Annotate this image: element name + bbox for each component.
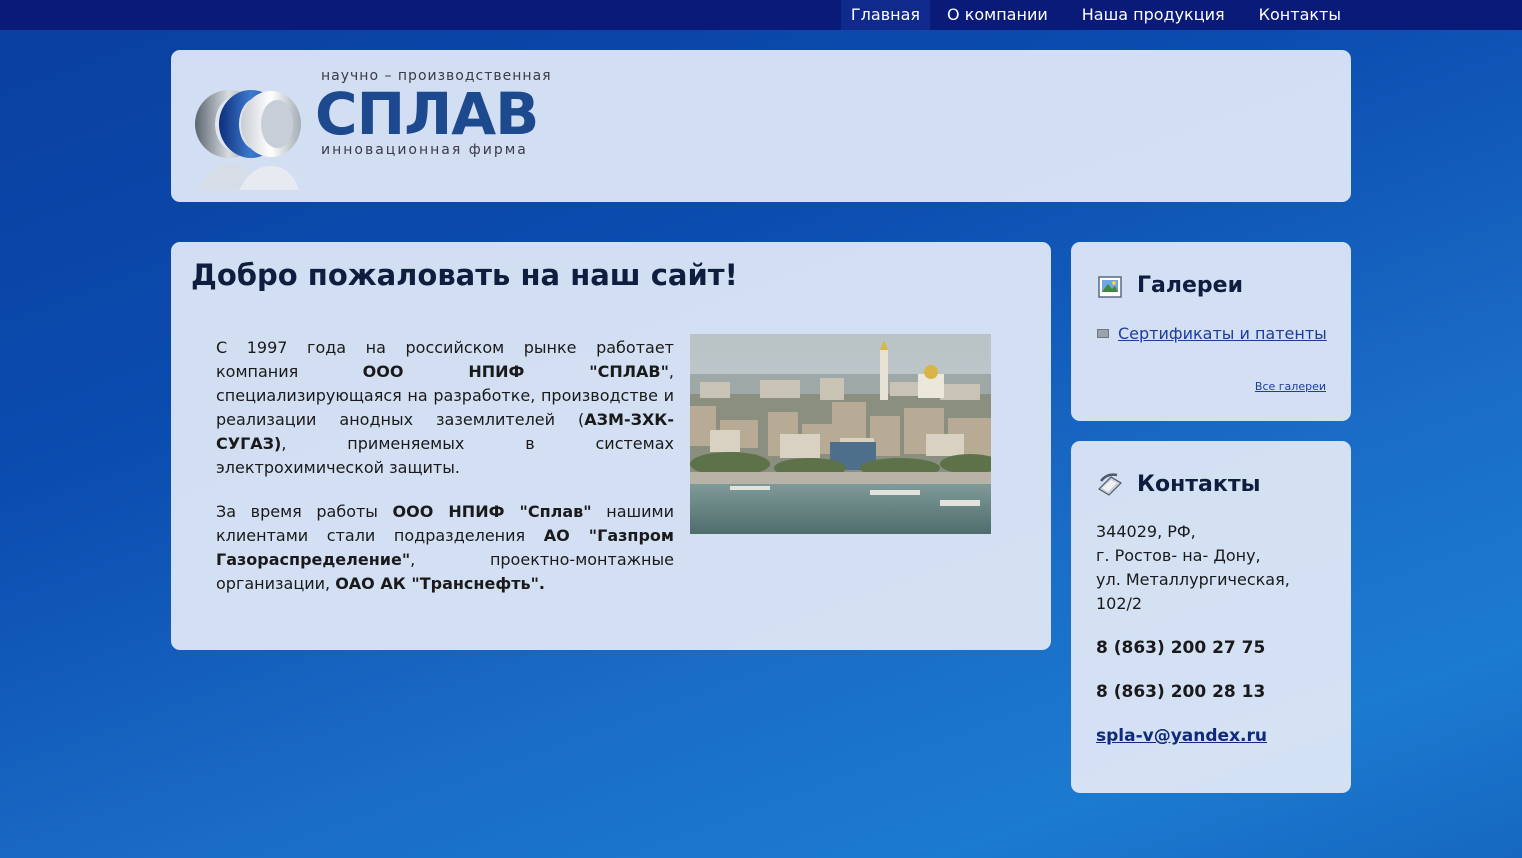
header-panel: научно – производственная СПЛАВ инноваци… [171, 50, 1351, 202]
all-galleries-link[interactable]: Все галереи [1255, 380, 1326, 393]
galleries-title: Галереи [1137, 273, 1243, 298]
nav-products[interactable]: Наша продукция [1065, 0, 1242, 30]
address-line: ул. Металлургическая, [1096, 570, 1290, 589]
logo-tagline-bottom: инновационная фирма [321, 142, 528, 158]
contacts-title: Контакты [1137, 472, 1261, 497]
address-line: г. Ростов- на- Дону, [1096, 546, 1261, 565]
nav-home[interactable]: Главная [840, 0, 931, 30]
page-title: Добро пожаловать на наш сайт! [191, 258, 738, 292]
contacts-panel: Контакты 344029, РФ, г. Ростов- на- Дону… [1071, 441, 1351, 793]
client-name: ОАО АК "Транснефть". [335, 574, 545, 593]
phone-icon [1098, 473, 1122, 496]
gallery-icon [1098, 276, 1122, 298]
logo-name: СПЛАВ [315, 80, 539, 148]
address-line: 344029, РФ, [1096, 522, 1196, 541]
company-name: ООО НПИФ "СПЛАВ" [362, 362, 669, 381]
gallery-bullet-icon [1097, 329, 1109, 338]
company-name: ООО НПИФ "Сплав" [392, 502, 592, 521]
top-navigation-bar: Главная О компании Наша продукция Контак… [0, 0, 1522, 30]
main-menu: Главная О компании Наша продукция Контак… [840, 0, 1351, 30]
company-logo[interactable]: научно – производственная СПЛАВ инноваци… [191, 68, 581, 190]
city-photo [690, 334, 991, 534]
nav-contacts[interactable]: Контакты [1242, 0, 1351, 30]
nav-about[interactable]: О компании [930, 0, 1065, 30]
phone-number-2: 8 (863) 200 28 13 [1096, 682, 1266, 702]
address-line: 102/2 [1096, 594, 1143, 613]
city-image [690, 334, 991, 534]
certificates-gallery-link[interactable]: Сертификаты и патенты [1097, 324, 1327, 343]
galleries-panel: Галереи Сертификаты и патенты Все галере… [1071, 242, 1351, 421]
gallery-link-label: Сертификаты и патенты [1118, 324, 1327, 343]
welcome-text: С 1997 года на российском рынке работает… [216, 336, 674, 616]
address: 344029, РФ, г. Ростов- на- Дону, ул. Мет… [1096, 520, 1290, 616]
intro-paragraph: С 1997 года на российском рынке работает… [216, 336, 674, 480]
email-link[interactable]: spla-v@yandex.ru [1096, 726, 1267, 746]
logo-rings-icon [195, 90, 301, 190]
phone-number-1: 8 (863) 200 27 75 [1096, 638, 1266, 658]
welcome-panel: Добро пожаловать на наш сайт! С 1997 год… [171, 242, 1051, 650]
text-span: , применяемых в системах электрохимическ… [216, 434, 674, 477]
text-span: За время работы [216, 502, 393, 521]
clients-paragraph: За время работы ООО НПИФ "Сплав" нашими … [216, 500, 674, 596]
